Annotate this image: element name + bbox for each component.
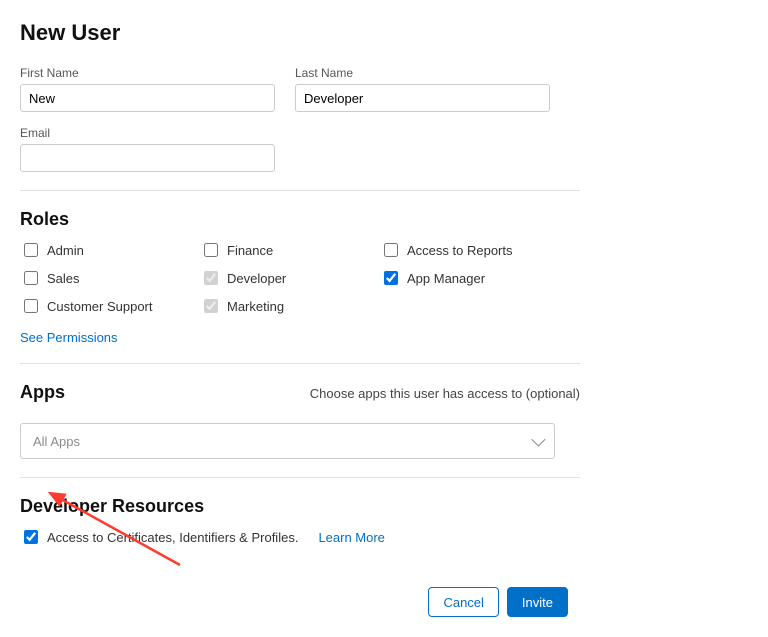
roles-heading: Roles	[20, 209, 580, 230]
role-reports-label: Access to Reports	[407, 243, 513, 258]
role-support-label: Customer Support	[47, 299, 153, 314]
divider	[20, 363, 580, 364]
apps-select-placeholder: All Apps	[33, 434, 80, 449]
last-name-input[interactable]	[295, 84, 550, 112]
role-admin-checkbox[interactable]	[24, 243, 38, 257]
first-name-input[interactable]	[20, 84, 275, 112]
page-title: New User	[20, 20, 580, 46]
role-admin[interactable]: Admin	[20, 240, 200, 260]
role-sales-label: Sales	[47, 271, 80, 286]
role-finance-label: Finance	[227, 243, 273, 258]
dev-resources-heading: Developer Resources	[20, 496, 580, 517]
role-marketing-label: Marketing	[227, 299, 284, 314]
role-appmgr[interactable]: App Manager	[380, 268, 560, 288]
role-admin-label: Admin	[47, 243, 84, 258]
role-sales[interactable]: Sales	[20, 268, 200, 288]
apps-subtitle: Choose apps this user has access to (opt…	[310, 386, 580, 401]
role-sales-checkbox[interactable]	[24, 271, 38, 285]
role-support-checkbox[interactable]	[24, 299, 38, 313]
email-input[interactable]	[20, 144, 275, 172]
apps-heading: Apps	[20, 382, 65, 403]
role-marketing: Marketing	[200, 296, 380, 316]
divider	[20, 477, 580, 478]
role-support[interactable]: Customer Support	[20, 296, 200, 316]
apps-select[interactable]: All Apps	[20, 423, 555, 459]
role-finance[interactable]: Finance	[200, 240, 380, 260]
dev-resources-label: Access to Certificates, Identifiers & Pr…	[47, 530, 298, 545]
role-developer: Developer	[200, 268, 380, 288]
role-developer-checkbox	[204, 271, 218, 285]
role-marketing-checkbox	[204, 299, 218, 313]
role-finance-checkbox[interactable]	[204, 243, 218, 257]
role-appmgr-label: App Manager	[407, 271, 485, 286]
last-name-label: Last Name	[295, 66, 550, 80]
divider	[20, 190, 580, 191]
see-permissions-link[interactable]: See Permissions	[20, 330, 118, 345]
role-developer-label: Developer	[227, 271, 286, 286]
chevron-down-icon	[531, 433, 545, 447]
cancel-button[interactable]: Cancel	[428, 587, 498, 617]
dev-resources-checkbox[interactable]	[24, 530, 38, 544]
email-label: Email	[20, 126, 275, 140]
dev-resources-access[interactable]: Access to Certificates, Identifiers & Pr…	[20, 527, 298, 547]
learn-more-link[interactable]: Learn More	[318, 530, 384, 545]
role-reports-checkbox[interactable]	[384, 243, 398, 257]
role-appmgr-checkbox[interactable]	[384, 271, 398, 285]
role-reports[interactable]: Access to Reports	[380, 240, 560, 260]
invite-button[interactable]: Invite	[507, 587, 568, 617]
first-name-label: First Name	[20, 66, 275, 80]
